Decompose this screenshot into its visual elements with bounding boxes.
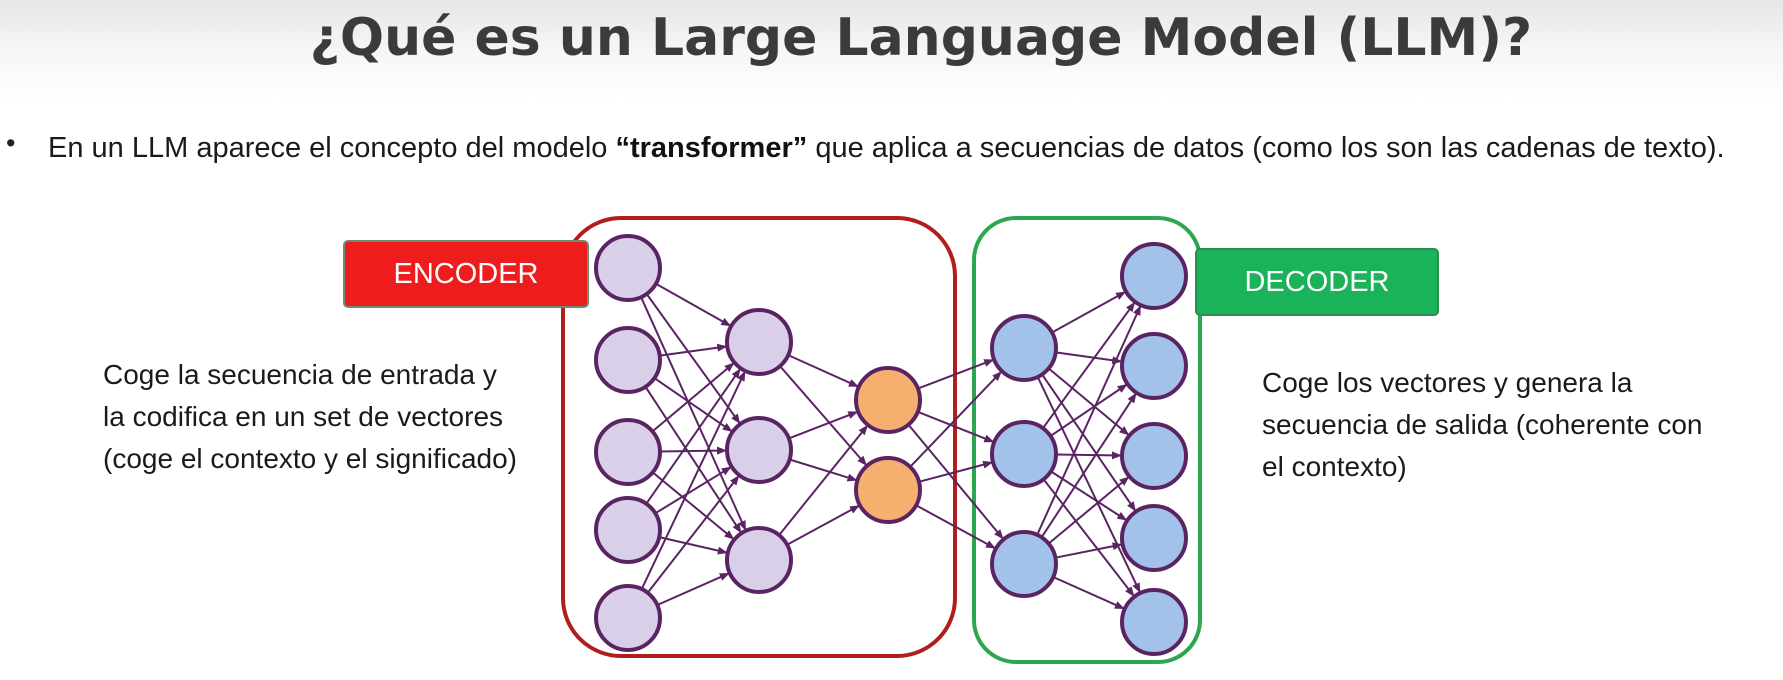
edge-decoder-hidden-0-to-output-3 [1041, 373, 1137, 512]
node-decoder-hidden-2 [990, 420, 1058, 488]
network-edges [640, 282, 1142, 610]
edge-decoder-hidden-2-to-output-2 [1047, 476, 1130, 545]
edge-decoder-hidden-1-to-output-2 [1055, 451, 1122, 460]
decoder-description: Coge los vectores y genera la secuencia … [1262, 367, 1703, 482]
edge-decoder-hidden-2-to-output-3 [1055, 542, 1123, 559]
node-input-3 [594, 418, 662, 486]
node-input-5 [594, 584, 662, 652]
node-encoder-hidden-3 [725, 526, 793, 594]
node-decoder-hidden-3 [990, 530, 1058, 598]
edge-encoder-hidden-0-to-latent-0 [787, 354, 859, 388]
edge-input-3-to-encoder-hidden-0 [645, 368, 741, 505]
edge-decoder-hidden-1-to-output-1 [1049, 383, 1128, 437]
node-output-5 [1120, 588, 1188, 656]
encoder-label: ENCODER [343, 240, 589, 308]
node-encoder-hidden-1 [725, 308, 793, 376]
edge-decoder-hidden-0-to-output-1 [1055, 351, 1123, 365]
edge-input-4-to-encoder-hidden-2 [656, 572, 730, 606]
node-output-4 [1120, 504, 1188, 572]
node-input-2 [594, 326, 662, 394]
edge-input-2-to-encoder-hidden-1 [659, 446, 727, 455]
edge-decoder-hidden-0-to-output-0 [1051, 291, 1126, 334]
node-decoder-hidden-1 [990, 314, 1058, 382]
node-output-1 [1120, 242, 1188, 310]
transformer-diagram [561, 216, 1202, 664]
edge-decoder-hidden-2-to-output-4 [1052, 576, 1125, 610]
encoder-description: Coge la secuencia de entrada y la codifi… [103, 359, 517, 474]
decoder-label: DECODER [1195, 248, 1439, 316]
node-encoder-hidden-2 [725, 416, 793, 484]
node-output-2 [1120, 332, 1188, 400]
edge-input-3-to-encoder-hidden-2 [658, 536, 728, 555]
node-output-3 [1120, 422, 1188, 490]
node-input-1 [594, 234, 662, 302]
node-latent-1 [854, 366, 922, 434]
edge-encoder-hidden-1-to-latent-1 [789, 458, 858, 482]
edge-input-1-to-encoder-hidden-0 [659, 343, 728, 357]
node-latent-2 [854, 456, 922, 524]
edge-input-0-to-encoder-hidden-0 [655, 282, 732, 327]
node-input-4 [594, 496, 662, 564]
